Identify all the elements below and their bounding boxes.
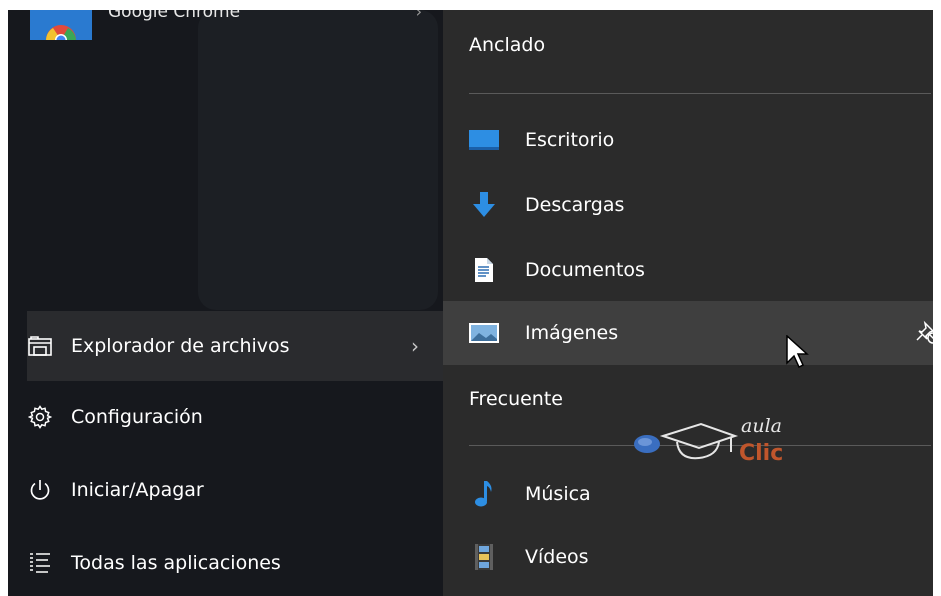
document-icon: [469, 256, 499, 284]
chrome-icon: [30, 10, 92, 40]
watermark-bottom-text: Clic: [739, 441, 783, 466]
download-arrow-icon: [469, 191, 499, 219]
pinned-item-label: Documentos: [525, 259, 645, 281]
frequent-item-label: Vídeos: [525, 546, 589, 568]
aulaclic-watermark-logo: aula Clic: [627, 402, 797, 472]
file-explorer-icon: [27, 333, 53, 359]
all-apps-list-icon: [27, 550, 53, 576]
desktop-icon: [469, 126, 499, 154]
sidebar-item-label: Explorador de archivos: [71, 335, 290, 357]
pinned-item-label: Escritorio: [525, 129, 615, 151]
sidebar-item-label: Todas las aplicaciones: [71, 552, 281, 574]
sidebar-item-settings[interactable]: Configuración: [27, 382, 203, 452]
watermark-top-text: aula: [741, 415, 782, 437]
pinned-item-label: Descargas: [525, 194, 625, 216]
pinned-item-downloads[interactable]: Descargas: [443, 173, 933, 237]
sidebar-item-all-apps[interactable]: Todas las aplicaciones: [27, 528, 281, 596]
mouse-cursor-icon: [786, 334, 810, 375]
pinned-item-desktop[interactable]: Escritorio: [443, 108, 933, 172]
unpin-icon[interactable]: [915, 319, 933, 350]
chevron-right-icon[interactable]: ›: [411, 334, 419, 358]
frequent-item-videos[interactable]: Vídeos: [443, 525, 933, 589]
pinned-item-label: Imágenes: [525, 322, 619, 344]
section-heading-frequent: Frecuente: [469, 388, 563, 410]
music-note-icon: [469, 480, 499, 508]
sidebar-item-label: Configuración: [71, 406, 203, 428]
power-icon: [27, 477, 53, 503]
app-item-google-chrome[interactable]: Google Chrome ›: [30, 10, 430, 40]
gear-icon: [27, 404, 53, 430]
section-heading-pinned: Anclado: [469, 34, 546, 56]
frequent-item-label: Música: [525, 483, 591, 505]
jump-list-pane: Anclado Escritorio Descargas Documentos …: [443, 10, 933, 596]
chevron-right-icon[interactable]: ›: [416, 10, 422, 21]
divider: [469, 93, 931, 94]
sidebar-item-file-explorer[interactable]: Explorador de archivos ›: [27, 311, 443, 381]
pictures-icon: [469, 319, 499, 347]
pinned-item-documents[interactable]: Documentos: [443, 238, 933, 302]
app-label: Google Chrome: [108, 10, 241, 22]
background-tile-shadow: [198, 10, 438, 310]
pinned-item-pictures[interactable]: Imágenes: [443, 301, 933, 365]
sidebar-item-label: Iniciar/Apagar: [71, 479, 204, 501]
start-menu-left-pane: Google Chrome › Explorador de archivos ›…: [8, 10, 443, 596]
sidebar-item-power[interactable]: Iniciar/Apagar: [27, 455, 204, 525]
video-film-icon: [469, 543, 499, 571]
